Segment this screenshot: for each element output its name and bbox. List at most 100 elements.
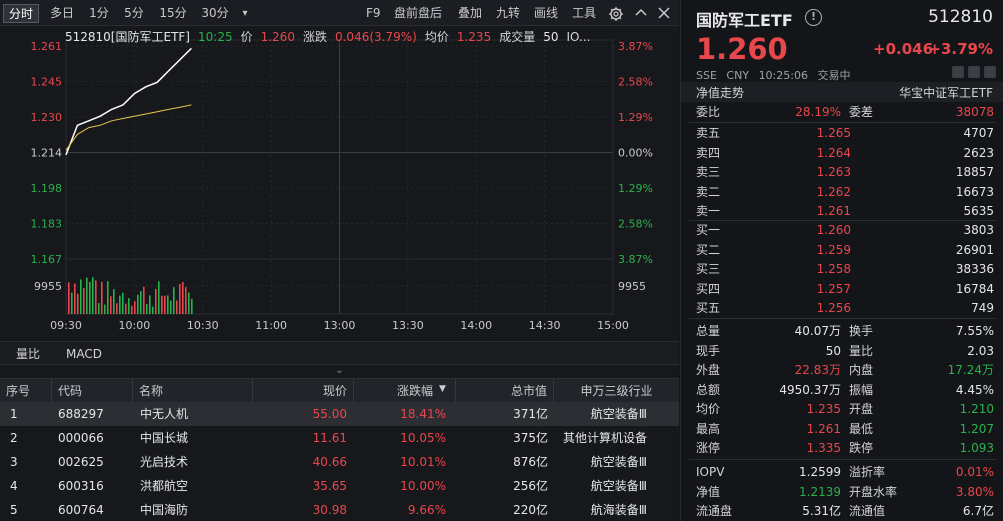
order-level[interactable]: 卖二 1.262 16673: [681, 183, 1003, 202]
row-industry: 航空装备Ⅲ: [590, 455, 647, 469]
close-icon[interactable]: [657, 6, 671, 20]
table-row[interactable]: 4 600316 洪都航空 35.65 10.00% 256亿 航空装备Ⅲ: [0, 474, 679, 498]
row-code: 600764: [58, 503, 104, 517]
nine-turn-button[interactable]: 九转: [496, 4, 520, 23]
order-level-volume: 26901: [955, 242, 994, 257]
right-axis-label: 2.58%: [618, 218, 653, 231]
collapse-up-icon[interactable]: [634, 6, 648, 20]
period-tab-intraday[interactable]: 分时: [3, 4, 39, 23]
stat-row: 涨停 1.335 跌停 1.093: [681, 439, 1003, 458]
volume-axis-label: 9955: [34, 280, 62, 293]
more-periods-dropdown[interactable]: ▾: [238, 4, 252, 23]
table-row[interactable]: 5 600764 中国海防 30.98 9.66% 220亿 航海装备Ⅲ: [0, 498, 679, 521]
order-level[interactable]: 买三 1.258 38336: [681, 260, 1003, 279]
row-name: 中无人机: [140, 407, 189, 421]
stat-label: 流通盘: [696, 504, 733, 518]
stat-value: 4.45%: [955, 382, 994, 397]
row-no: 5: [10, 503, 18, 517]
fund-name: 国防军工ETF: [696, 11, 793, 30]
col-header-market-cap[interactable]: 总市值: [456, 379, 554, 403]
col-header-price[interactable]: 现价: [253, 379, 354, 403]
order-level[interactable]: 买二 1.259 26901: [681, 241, 1003, 260]
intraday-chart[interactable]: 1.261 3.87% 1.245 2.58% 1.230 1.29% 1.214 0.00%…: [0, 27, 679, 341]
period-tab-30min[interactable]: 30分: [196, 4, 234, 23]
settings-gear-icon[interactable]: [608, 6, 624, 22]
wei-bi-label: 委比: [696, 105, 721, 119]
volume-bar: [182, 282, 184, 314]
share-icon[interactable]: [968, 66, 980, 78]
volume-bar: [92, 277, 94, 314]
fund-code: 512810: [928, 7, 993, 27]
row-price: 11.61: [312, 431, 347, 445]
stat-value: 40.07万: [794, 324, 841, 338]
period-tab-5min[interactable]: 5分: [118, 4, 150, 23]
volume-bar: [185, 287, 187, 314]
stat-label: 总量: [696, 324, 721, 338]
order-level-label: 买四: [696, 281, 721, 296]
stat-row: 总额 4950.37万 振幅 4.45%: [681, 381, 1003, 400]
order-level[interactable]: 买五 1.256 749: [681, 299, 1003, 318]
f9-button[interactable]: F9: [366, 4, 381, 23]
table-row[interactable]: 2 000066 中国长城 11.61 10.05% 375亿 其他计算机设备: [0, 426, 679, 450]
period-tab-1min[interactable]: 1分: [85, 4, 113, 23]
period-toolbar: 分时 多日 1分 5分 15分 30分 ▾ F9 盘前盘后 叠加 九转 画线 工…: [0, 0, 679, 26]
right-axis-label: 1.29%: [618, 182, 653, 195]
stat-value: 0.01%: [955, 465, 994, 479]
volume-bar: [155, 288, 157, 314]
sort-desc-icon[interactable]: ▼: [439, 384, 446, 394]
stat-label: 总额: [696, 382, 721, 397]
stat-value: 17.24万: [947, 363, 994, 377]
table-row[interactable]: 1 688297 中无人机 55.00 18.41% 371亿 航空装备Ⅲ: [0, 402, 679, 426]
stat-value: 1.210: [959, 402, 994, 416]
price-change: +0.046: [873, 40, 934, 58]
alert-icon[interactable]: [984, 66, 996, 78]
order-level[interactable]: 买四 1.257 16784: [681, 280, 1003, 299]
volume-bar: [170, 300, 172, 314]
volume-axis-label: 9955: [618, 280, 646, 293]
order-level-volume: 749: [971, 301, 994, 315]
net-value-bar[interactable]: 净值走势 华宝中证军工ETF: [681, 82, 1003, 102]
tab-volume-ratio[interactable]: 量比: [16, 345, 40, 363]
tools-button[interactable]: 工具: [572, 4, 596, 23]
order-level[interactable]: 买一 1.260 3803: [681, 221, 1003, 240]
order-level[interactable]: 卖一 1.261 5635: [681, 202, 1003, 221]
pre-post-market-button[interactable]: 盘前盘后: [394, 4, 442, 23]
col-header-name[interactable]: 名称: [133, 379, 253, 403]
table-row[interactable]: 3 002625 光启技术 40.66 10.01% 876亿 航空装备Ⅲ: [0, 450, 679, 474]
order-level[interactable]: 卖三 1.263 18857: [681, 163, 1003, 182]
stat-value: 2.03: [967, 343, 994, 358]
volume-bar: [179, 283, 181, 314]
chart-price-label: 价: [240, 30, 253, 44]
row-price: 55.00: [312, 407, 347, 421]
col-header-change-pct-label: 涨跌幅: [396, 384, 433, 398]
volume-bar: [158, 281, 160, 314]
left-axis-label: 1.183: [31, 218, 63, 231]
chart-avg-value: 1.235: [456, 30, 492, 44]
stat-value: 6.7亿: [962, 504, 994, 518]
row-no: 3: [10, 455, 18, 469]
order-level[interactable]: 卖五 1.265 4707: [681, 124, 1003, 143]
order-level-volume: 18857: [955, 165, 994, 179]
row-price: 40.66: [312, 455, 347, 469]
col-header-industry[interactable]: 申万三级行业: [554, 379, 679, 403]
stat-value: 1.093: [959, 441, 994, 455]
col-header-no[interactable]: 序号: [0, 379, 52, 403]
edit-icon[interactable]: [952, 66, 964, 78]
order-level-price: 1.263: [816, 165, 851, 179]
right-axis-label: 2.58%: [618, 76, 653, 89]
period-tab-multiday[interactable]: 多日: [44, 4, 80, 23]
volume-bar: [161, 295, 163, 314]
draw-line-button[interactable]: 画线: [534, 4, 558, 23]
col-header-code[interactable]: 代码: [52, 379, 133, 403]
row-no: 2: [10, 431, 18, 445]
stat-label: 溢折率: [849, 465, 886, 479]
info-circle-icon[interactable]: !: [805, 9, 822, 26]
volume-bar: [83, 288, 85, 314]
period-tab-15min[interactable]: 15分: [154, 4, 192, 23]
stock-list-header: 序号 代码 名称 现价 涨跌幅 ▼ 总市值 申万三级行业: [0, 378, 679, 403]
order-level[interactable]: 卖四 1.264 2623: [681, 144, 1003, 163]
double-chevron-down-icon[interactable]: ⌄: [0, 365, 679, 377]
row-market-cap: 256亿: [513, 479, 548, 493]
overlay-button[interactable]: 叠加: [458, 4, 482, 23]
tab-macd[interactable]: MACD: [66, 345, 102, 363]
